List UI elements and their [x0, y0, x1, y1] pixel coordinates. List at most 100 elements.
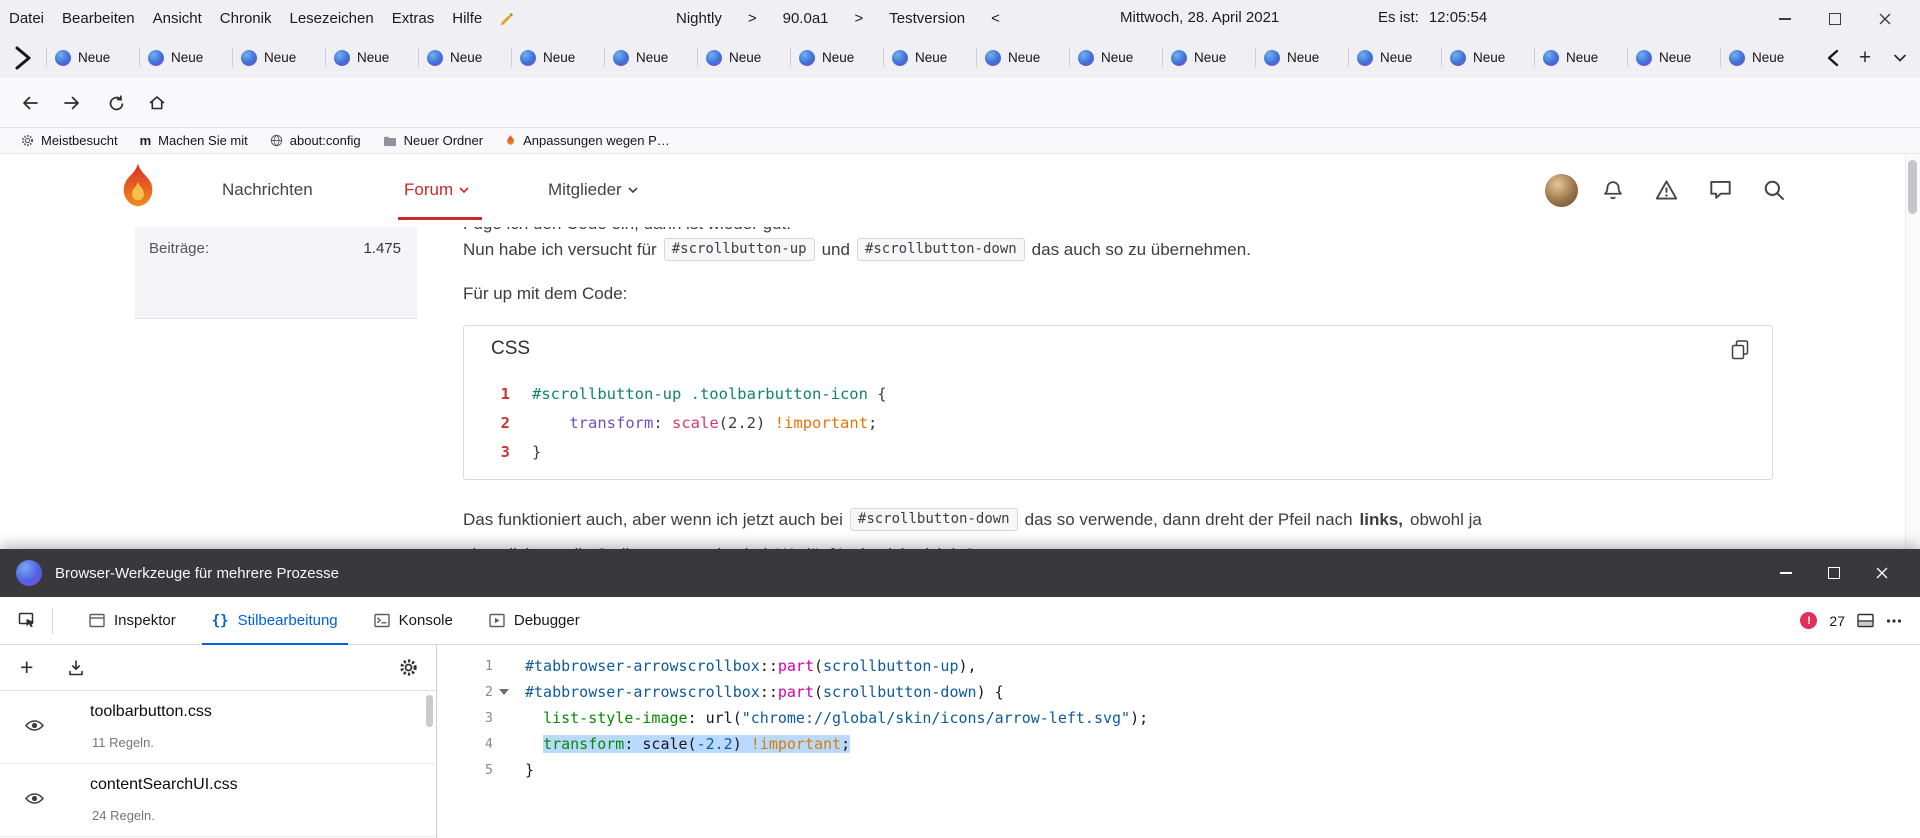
stylesheet-list-panel: + toolbarbutton.css 11 Regeln. c — [0, 645, 437, 838]
inline-code-chip: #scrollbutton-down — [857, 238, 1025, 261]
menu-hilfe[interactable]: Hilfe — [443, 7, 491, 31]
close-button[interactable] — [1858, 549, 1906, 597]
bookmark-machen-sie-mit[interactable]: m Machen Sie mit — [129, 130, 259, 152]
meatball-menu-icon[interactable] — [1886, 613, 1902, 629]
bookmark-about-config[interactable]: about:config — [259, 130, 372, 152]
options-gear-icon[interactable] — [399, 658, 418, 677]
forum-code-block: CSS 1 #scrollbutton-up .toolbarbutton-ic… — [463, 325, 1773, 480]
page-scrollbar[interactable] — [1905, 154, 1920, 549]
fold-column[interactable] — [493, 679, 515, 705]
tab[interactable]: Neue — [790, 41, 883, 74]
code-text: } — [532, 438, 541, 467]
tab-title: Neue — [1752, 50, 1784, 65]
post-text: und — [822, 238, 850, 261]
code-text: list-style-image: url("chrome://global/s… — [515, 705, 1148, 731]
minimize-button[interactable] — [1760, 0, 1810, 37]
code-token: : — [653, 414, 672, 432]
alerts-warning-icon[interactable] — [1655, 179, 1678, 201]
stylesheet-item[interactable]: contentSearchUI.css 24 Regeln. — [0, 764, 436, 837]
menu-bearbeiten[interactable]: Bearbeiten — [53, 7, 144, 31]
copy-code-icon[interactable] — [1730, 339, 1750, 361]
split-console-icon[interactable] — [1857, 613, 1874, 628]
user-avatar[interactable] — [1545, 174, 1578, 207]
import-stylesheet-icon[interactable] — [67, 659, 85, 677]
maximize-button[interactable] — [1810, 0, 1860, 37]
tab[interactable]: Neue — [232, 41, 325, 74]
minimize-button[interactable] — [1762, 549, 1810, 597]
globe-icon — [270, 134, 283, 147]
devtools-titlebar[interactable]: Browser-Werkzeuge für mehrere Prozesse — [0, 549, 1920, 597]
tab[interactable]: Neue — [418, 41, 511, 74]
tab[interactable]: Neue — [1255, 41, 1348, 74]
tab[interactable]: Neue — [1720, 41, 1813, 74]
all-tabs-button[interactable] — [1888, 54, 1912, 62]
home-button[interactable] — [141, 87, 173, 119]
tab-inspektor[interactable]: Inspektor — [71, 597, 194, 645]
forward-button[interactable] — [56, 87, 88, 119]
tab[interactable]: Neue — [1348, 41, 1441, 74]
stylesheet-name: toolbarbutton.css — [90, 703, 212, 721]
tab[interactable]: Neue — [1162, 41, 1255, 74]
new-tab-button[interactable]: + — [1850, 46, 1880, 70]
close-button[interactable] — [1860, 0, 1910, 37]
element-picker-icon[interactable] — [18, 612, 36, 629]
app-name: Nightly — [676, 10, 722, 27]
notifications-bell-icon[interactable] — [1602, 179, 1624, 202]
menu-extras[interactable]: Extras — [383, 7, 444, 31]
tab[interactable]: Neue — [976, 41, 1069, 74]
camp-firefox-logo[interactable] — [114, 161, 162, 219]
tab[interactable]: Neue — [883, 41, 976, 74]
menu-lesezeichen[interactable]: Lesezeichen — [280, 7, 382, 31]
list-scrollbar-thumb[interactable] — [426, 695, 433, 727]
nav-forum[interactable]: Forum — [404, 180, 469, 200]
nav-nachrichten[interactable]: Nachrichten — [222, 180, 313, 200]
visibility-eye-icon[interactable] — [24, 790, 45, 807]
menu-chronik[interactable]: Chronik — [211, 7, 281, 31]
tab-stilbearbeitung[interactable]: {} Stilbearbeitung — [194, 597, 356, 645]
reload-button[interactable] — [100, 87, 132, 119]
visibility-eye-icon[interactable] — [24, 717, 45, 734]
channel-label: Testversion — [889, 10, 965, 27]
error-badge-icon[interactable]: ! — [1800, 612, 1817, 629]
scrollbar-thumb[interactable] — [1908, 160, 1917, 214]
code-text: #tabbrowser-arrowscrollbox::part(scrollb… — [515, 679, 1004, 705]
tab[interactable]: Neue — [511, 41, 604, 74]
tab-favicon — [334, 50, 350, 66]
css-source-editor[interactable]: 1 #tabbrowser-arrowscrollbox::part(scrol… — [437, 645, 1920, 838]
tab[interactable]: Neue — [325, 41, 418, 74]
conversations-chat-icon[interactable] — [1709, 179, 1732, 201]
tab-title: Neue — [1566, 50, 1598, 65]
forum-search-icon[interactable] — [1763, 179, 1785, 201]
tab[interactable]: Neue — [1627, 41, 1720, 74]
tab[interactable]: Neue — [604, 41, 697, 74]
new-stylesheet-button[interactable]: + — [20, 656, 33, 679]
tab[interactable]: Neue — [697, 41, 790, 74]
tab[interactable]: Neue — [1441, 41, 1534, 74]
tab-konsole[interactable]: Konsole — [356, 597, 471, 645]
stylesheet-item[interactable]: toolbarbutton.css 11 Regeln. — [0, 691, 436, 764]
smart-folder-icon — [21, 134, 34, 147]
tab[interactable]: Neue — [1069, 41, 1162, 74]
tab-label: Debugger — [514, 612, 580, 629]
back-button[interactable] — [14, 87, 46, 119]
tab-favicon — [55, 50, 71, 66]
tab[interactable]: Neue — [139, 41, 232, 74]
menu-ansicht[interactable]: Ansicht — [144, 7, 211, 31]
separator: > — [748, 10, 757, 27]
tab[interactable]: Neue — [46, 41, 139, 74]
tab-scroll-right-button[interactable] — [1824, 48, 1842, 68]
tab-scroll-left-button[interactable] — [0, 37, 46, 78]
bookmark-neuer-ordner[interactable]: Neuer Ordner — [372, 130, 494, 152]
fold-arrow-icon[interactable] — [499, 689, 509, 695]
tab-title: Neue — [171, 50, 203, 65]
maximize-button[interactable] — [1810, 549, 1858, 597]
tab[interactable]: Neue — [1534, 41, 1627, 74]
bookmark-anpassungen[interactable]: Anpassungen wegen P… — [494, 130, 681, 152]
code-token: !important — [775, 414, 868, 432]
tab-debugger[interactable]: Debugger — [471, 597, 598, 645]
menu-datei[interactable]: Datei — [0, 7, 53, 31]
nav-mitglieder[interactable]: Mitglieder — [548, 180, 638, 200]
bookmark-meistbesucht[interactable]: Meistbesucht — [10, 130, 129, 152]
code-token: scrollbutton-up — [823, 657, 958, 675]
code-text: #scrollbutton-up .toolbarbutton-icon { — [532, 380, 887, 409]
